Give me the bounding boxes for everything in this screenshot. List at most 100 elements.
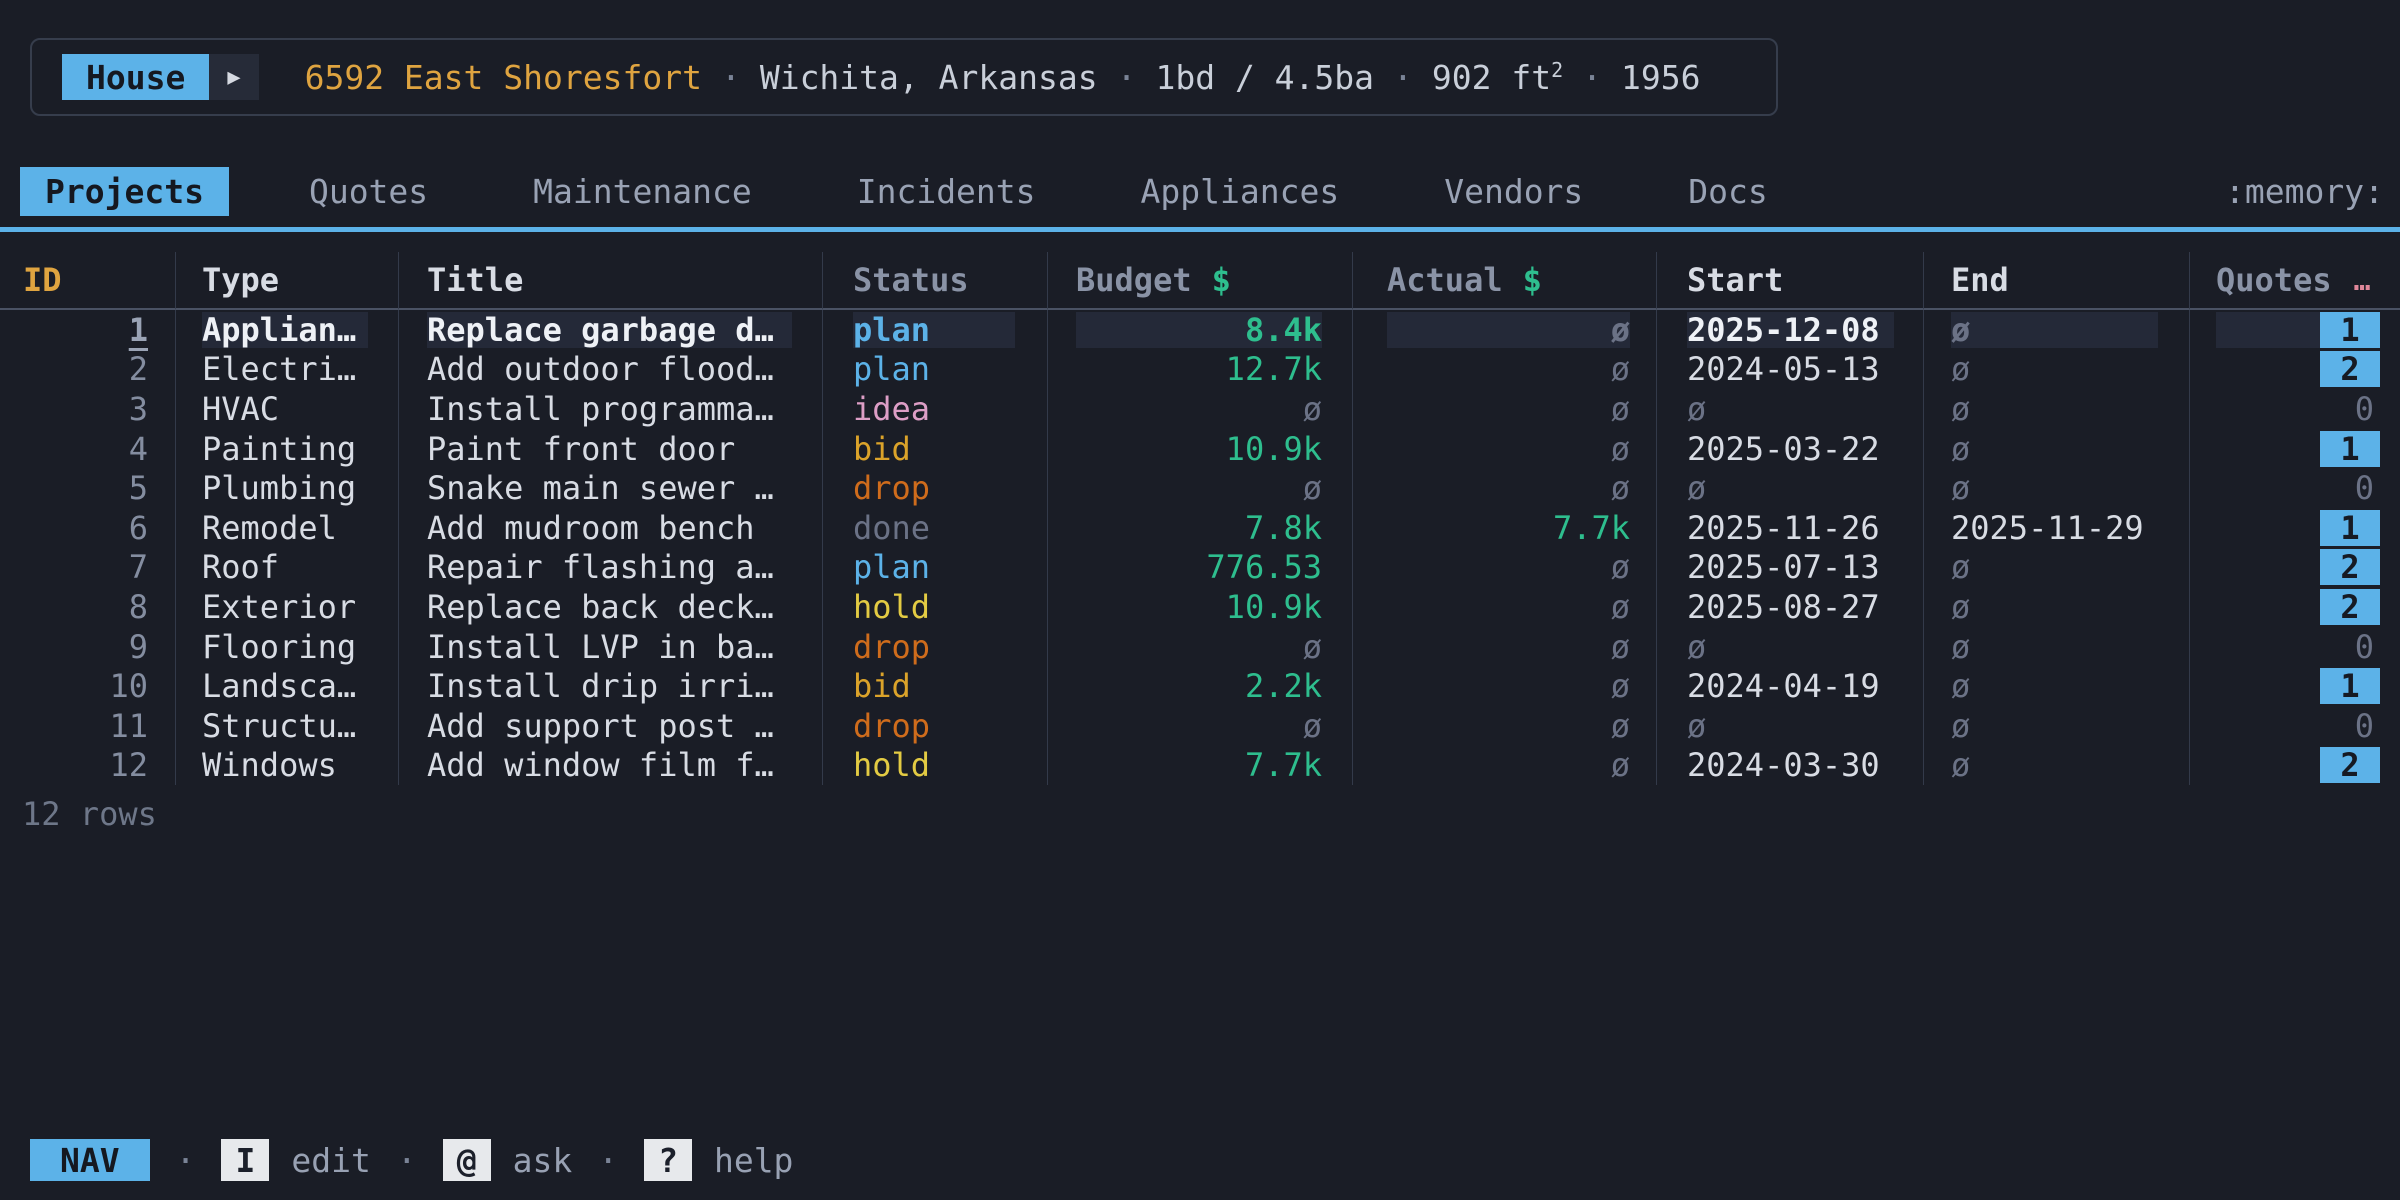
col-header-actual[interactable]: Actual$ xyxy=(1352,252,1656,310)
col-header-id[interactable]: ID xyxy=(0,252,175,310)
cell-budget: 10.9k xyxy=(1047,429,1352,469)
cell-start: 2024-03-30 xyxy=(1656,746,1923,786)
cell-quotes: 1 xyxy=(2189,666,2400,706)
cell-title: Add mudroom bench xyxy=(398,508,822,548)
tab-bar: Projects Quotes Maintenance Incidents Ap… xyxy=(0,166,2400,216)
cell-budget: 2.2k xyxy=(1047,666,1352,706)
quotes-count-badge: 2 xyxy=(2320,549,2380,585)
key-question-badge: ? xyxy=(644,1139,692,1181)
tab-projects[interactable]: Projects xyxy=(20,167,229,216)
cell-status: plan xyxy=(822,548,1047,588)
play-arrow-icon: ▶ xyxy=(227,65,240,90)
cell-budget: 8.4k xyxy=(1047,310,1352,350)
cell-start: 2025-08-27 xyxy=(1656,587,1923,627)
cell-end: ø xyxy=(1923,627,2189,667)
cell-budget: ø xyxy=(1047,468,1352,508)
cell-status: done xyxy=(822,508,1047,548)
cell-end: ø xyxy=(1923,706,2189,746)
cell-id: 11 xyxy=(0,706,175,746)
cell-id: 7 xyxy=(0,548,175,588)
cell-id: 6 xyxy=(0,508,175,548)
tab-quotes[interactable]: Quotes xyxy=(284,167,453,216)
cell-quotes: 0 xyxy=(2189,627,2400,667)
property-type-button[interactable]: House xyxy=(62,54,209,100)
cell-type: Electri… xyxy=(175,350,398,390)
tab-docs[interactable]: Docs xyxy=(1663,167,1792,216)
cell-id: 2 xyxy=(0,350,175,390)
cell-status: drop xyxy=(822,627,1047,667)
tab-maintenance[interactable]: Maintenance xyxy=(508,167,777,216)
area-exponent: 2 xyxy=(1551,58,1563,82)
cell-end: ø xyxy=(1923,666,2189,706)
cell-title: Paint front door xyxy=(398,429,822,469)
property-header: House ▶ 6592 East Shoresfort · Wichita, … xyxy=(30,38,1778,116)
tab-incidents[interactable]: Incidents xyxy=(832,167,1061,216)
col-header-type[interactable]: Type xyxy=(175,252,398,310)
quotes-count-badge: 1 xyxy=(2320,431,2380,467)
cell-id: 5 xyxy=(0,468,175,508)
cell-actual: ø xyxy=(1352,389,1656,429)
dot-separator: · xyxy=(1582,58,1602,97)
dot-separator: · xyxy=(598,1141,618,1180)
cell-start: 2025-12-08 xyxy=(1656,310,1923,350)
hint-edit: edit xyxy=(291,1141,370,1180)
col-header-budget[interactable]: Budget$ xyxy=(1047,252,1352,310)
expand-arrow-button[interactable]: ▶ xyxy=(209,54,258,100)
cell-start: 2025-07-13 xyxy=(1656,548,1923,588)
cell-end: ø xyxy=(1923,587,2189,627)
cell-title: Add outdoor flood… xyxy=(398,350,822,390)
cell-id: 12 xyxy=(0,746,175,786)
col-header-title[interactable]: Title xyxy=(398,252,822,310)
cell-title: Replace back deck… xyxy=(398,587,822,627)
cell-quotes: 0 xyxy=(2189,468,2400,508)
cell-actual: ø xyxy=(1352,746,1656,786)
cell-title: Add window film f… xyxy=(398,746,822,786)
col-header-end[interactable]: End xyxy=(1923,252,2189,310)
cell-budget: 7.7k xyxy=(1047,746,1352,786)
cell-type: Exterior xyxy=(175,587,398,627)
col-header-start[interactable]: Start xyxy=(1656,252,1923,310)
tab-vendors[interactable]: Vendors xyxy=(1419,167,1608,216)
cell-status: bid xyxy=(822,429,1047,469)
cell-status: plan xyxy=(822,350,1047,390)
key-i-badge: I xyxy=(221,1139,269,1181)
cell-actual: ø xyxy=(1352,587,1656,627)
cell-quotes: 2 xyxy=(2189,350,2400,390)
property-beds-baths: 1bd / 4.5ba xyxy=(1155,58,1374,97)
quotes-count-badge: 2 xyxy=(2320,351,2380,387)
projects-table: ID Type Title Status Budget$ Actual$ Sta… xyxy=(0,252,2400,785)
quotes-count-zero: 0 xyxy=(2355,469,2374,507)
key-at-badge: @ xyxy=(443,1139,491,1181)
dot-separator: · xyxy=(721,58,741,97)
cell-status: hold xyxy=(822,746,1047,786)
cell-actual: ø xyxy=(1352,468,1656,508)
cell-actual: ø xyxy=(1352,429,1656,469)
cell-actual: ø xyxy=(1352,627,1656,667)
cell-budget: 776.53 xyxy=(1047,548,1352,588)
col-header-status[interactable]: Status xyxy=(822,252,1047,310)
cell-id: 1 xyxy=(0,310,175,350)
col-header-quotes[interactable]: Quotes… xyxy=(2189,252,2400,310)
cell-start: ø xyxy=(1656,389,1923,429)
cell-end: ø xyxy=(1923,746,2189,786)
cell-type: Structu… xyxy=(175,706,398,746)
cell-end: ø xyxy=(1923,429,2189,469)
cell-end: ø xyxy=(1923,548,2189,588)
cell-status: drop xyxy=(822,468,1047,508)
cell-type: Plumbing xyxy=(175,468,398,508)
cell-id: 8 xyxy=(0,587,175,627)
dollar-icon: $ xyxy=(1523,261,1542,299)
cell-quotes: 1 xyxy=(2189,508,2400,548)
hint-ask: ask xyxy=(513,1141,573,1180)
cell-title: Install programma… xyxy=(398,389,822,429)
cell-start: 2024-04-19 xyxy=(1656,666,1923,706)
dot-separator: · xyxy=(1117,58,1137,97)
quotes-count-badge: 1 xyxy=(2320,312,2380,348)
cell-actual: ø xyxy=(1352,350,1656,390)
cell-actual: 7.7k xyxy=(1352,508,1656,548)
cell-end: ø xyxy=(1923,468,2189,508)
quotes-count-badge: 2 xyxy=(2320,747,2380,783)
tab-appliances[interactable]: Appliances xyxy=(1116,167,1365,216)
cell-status: idea xyxy=(822,389,1047,429)
cell-start: 2025-03-22 xyxy=(1656,429,1923,469)
